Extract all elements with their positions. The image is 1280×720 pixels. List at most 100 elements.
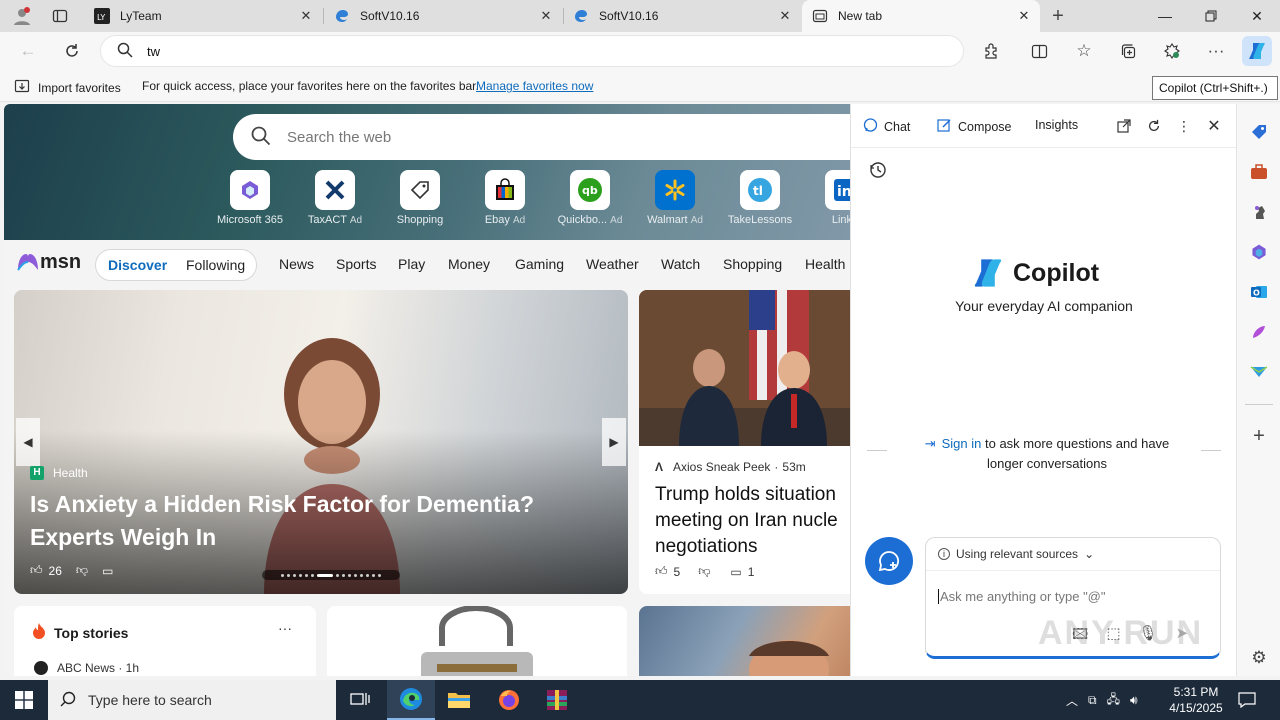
tab-lyteam[interactable]: LY LyTeam ✕ — [84, 0, 322, 32]
profile-icon[interactable] — [8, 2, 36, 30]
manage-favorites-link[interactable]: Manage favorites now — [476, 79, 593, 93]
like-button[interactable]: 👍︎ 26 — [30, 563, 62, 578]
nav-weather[interactable]: Weather — [586, 256, 639, 272]
photo-story-card[interactable] — [639, 606, 850, 676]
notifications-icon[interactable] — [1232, 690, 1262, 710]
msn-logo[interactable]: msn — [16, 250, 81, 274]
like-button[interactable]: 👍︎ 5 — [655, 564, 680, 579]
tab-following[interactable]: Following — [186, 257, 245, 273]
taskbar-firefox[interactable] — [485, 680, 533, 720]
quick-link-linkedin[interactable]: in Linke — [805, 170, 850, 226]
quick-link-walmart[interactable]: Walmart Ad — [635, 170, 715, 226]
thumbs-down-icon[interactable]: 👎︎ — [698, 564, 710, 579]
address-value[interactable]: tw — [147, 44, 160, 59]
network-icon[interactable]: 🖧︎ — [1107, 690, 1120, 711]
more-options-icon[interactable]: ··· — [278, 620, 292, 636]
quick-link-quickbooks[interactable]: qb Quickbo... Ad — [550, 170, 630, 226]
side-story-card[interactable]: Λ Axios Sneak Peek · 53m Trump holds sit… — [639, 290, 850, 594]
carousel-next-button[interactable]: ▶ — [602, 418, 626, 466]
collections-icon[interactable] — [1114, 37, 1142, 65]
quick-link-ebay[interactable]: Ebay Ad — [465, 170, 545, 226]
nav-sports[interactable]: Sports — [336, 256, 376, 272]
tools-briefcase-icon[interactable] — [1249, 162, 1269, 182]
taskbar-edge[interactable] — [387, 680, 435, 720]
nav-news[interactable]: News — [279, 256, 314, 272]
comment-button[interactable]: ▭ 1 — [730, 565, 754, 579]
hero-story-card[interactable]: ◀ ▶ H Health Is Anxiety a Hidden Risk Fa… — [14, 290, 628, 594]
close-window-button[interactable]: ✕ — [1234, 0, 1280, 32]
close-tab-icon[interactable]: ✕ — [538, 8, 554, 24]
open-in-new-window-icon[interactable] — [1114, 116, 1134, 136]
copilot-input[interactable]: Ask me anything or type "@" — [938, 589, 1106, 604]
drop-send-icon[interactable] — [1249, 362, 1269, 382]
back-arrow-icon[interactable]: ← — [14, 37, 42, 65]
tab-softv-2[interactable]: SoftV10.16 ✕ — [563, 0, 801, 32]
add-sidebar-app-icon[interactable]: + — [1249, 425, 1269, 447]
carousel-prev-button[interactable]: ◀ — [16, 418, 40, 466]
microsoft-365-icon[interactable] — [1249, 242, 1269, 262]
more-options-icon[interactable]: ⋮ — [1174, 116, 1194, 136]
games-chess-icon[interactable] — [1249, 202, 1269, 222]
copilot-tab-compose[interactable]: Compose — [937, 118, 1012, 136]
comment-icon[interactable]: ▭ — [102, 564, 113, 578]
taskbar-clock[interactable]: 5:31 PM 4/15/2025 — [1168, 684, 1224, 716]
clock-time: 5:31 PM — [1173, 685, 1219, 699]
side-story-headline[interactable]: Trump holds situation meeting on Iran nu… — [655, 482, 850, 560]
new-chat-button[interactable] — [865, 537, 913, 585]
quick-link-taxact[interactable]: TaxACT Ad — [295, 170, 375, 226]
copilot-tab-insights[interactable]: Insights — [1035, 118, 1078, 132]
close-panel-icon[interactable]: ✕ — [1204, 116, 1224, 136]
hero-headline[interactable]: Is Anxiety a Hidden Risk Factor for Deme… — [30, 488, 570, 554]
system-tray: ︿ ⧉ 🖧︎ 🔊︎ — [1066, 680, 1138, 720]
taskbar-search[interactable]: Type here to search — [48, 680, 336, 720]
refresh-icon[interactable] — [1144, 116, 1164, 136]
favorites-star-icon[interactable]: ☆ — [1070, 37, 1098, 65]
network-vm-icon[interactable]: ⧉ — [1088, 693, 1097, 708]
restore-button[interactable] — [1188, 0, 1234, 32]
browser-essentials-icon[interactable] — [1158, 37, 1186, 65]
split-screen-icon[interactable] — [1025, 37, 1053, 65]
quick-link-shopping[interactable]: Shopping — [380, 170, 460, 226]
sources-selector[interactable]: i Using relevant sources ⌄ — [938, 547, 1094, 561]
close-tab-icon[interactable]: ✕ — [298, 8, 314, 24]
thumbs-down-icon[interactable]: 👎︎ — [76, 563, 88, 578]
nav-shopping[interactable]: Shopping — [723, 256, 782, 272]
close-tab-icon[interactable]: ✕ — [777, 8, 793, 24]
quick-link-takelessons[interactable]: tl TakeLessons — [720, 170, 800, 226]
linkedin-logo-icon: in — [825, 170, 850, 210]
tab-actions-icon[interactable] — [46, 2, 74, 30]
nav-health[interactable]: Health — [805, 256, 845, 272]
taskbar-file-explorer[interactable] — [435, 680, 483, 720]
nav-watch[interactable]: Watch — [661, 256, 700, 272]
taskbar-winrar[interactable] — [533, 680, 581, 720]
volume-icon[interactable]: 🔊︎ — [1130, 693, 1138, 708]
outlook-icon[interactable]: O — [1249, 282, 1269, 302]
sidebar-settings-gear-icon[interactable]: ⚙ — [1249, 648, 1269, 668]
designer-icon[interactable] — [1249, 322, 1269, 342]
settings-more-icon[interactable]: ··· — [1202, 37, 1230, 65]
refresh-icon[interactable] — [58, 37, 86, 65]
tab-new-tab[interactable]: New tab ✕ — [802, 0, 1040, 32]
history-icon[interactable] — [869, 161, 887, 182]
extensions-icon[interactable] — [977, 37, 1005, 65]
shopping-card[interactable] — [327, 606, 627, 676]
quick-link-microsoft-365[interactable]: Microsoft 365 — [210, 170, 290, 226]
start-button[interactable] — [0, 680, 48, 720]
show-hidden-icons-chevron-icon[interactable]: ︿ — [1066, 692, 1078, 709]
minimize-button[interactable]: — — [1142, 0, 1188, 32]
sign-in-link[interactable]: Sign in — [942, 436, 982, 451]
import-favorites-button[interactable]: Import favorites — [14, 78, 121, 97]
tab-discover[interactable]: Discover — [108, 257, 167, 273]
copilot-tab-chat[interactable]: Chat — [863, 118, 910, 136]
nav-money[interactable]: Money — [448, 256, 490, 272]
tab-softv-1[interactable]: SoftV10.16 ✕ — [324, 0, 562, 32]
tag-icon[interactable] — [1249, 122, 1269, 142]
close-tab-icon[interactable]: ✕ — [1016, 8, 1032, 24]
web-search-box[interactable]: Search the web — [233, 114, 850, 160]
nav-gaming[interactable]: Gaming — [515, 256, 564, 272]
new-tab-plus-icon[interactable]: + — [1044, 2, 1072, 30]
task-view-button[interactable] — [336, 680, 384, 720]
address-bar[interactable]: tw — [100, 35, 964, 67]
copilot-toolbar-button[interactable] — [1242, 36, 1272, 66]
nav-play[interactable]: Play — [398, 256, 425, 272]
